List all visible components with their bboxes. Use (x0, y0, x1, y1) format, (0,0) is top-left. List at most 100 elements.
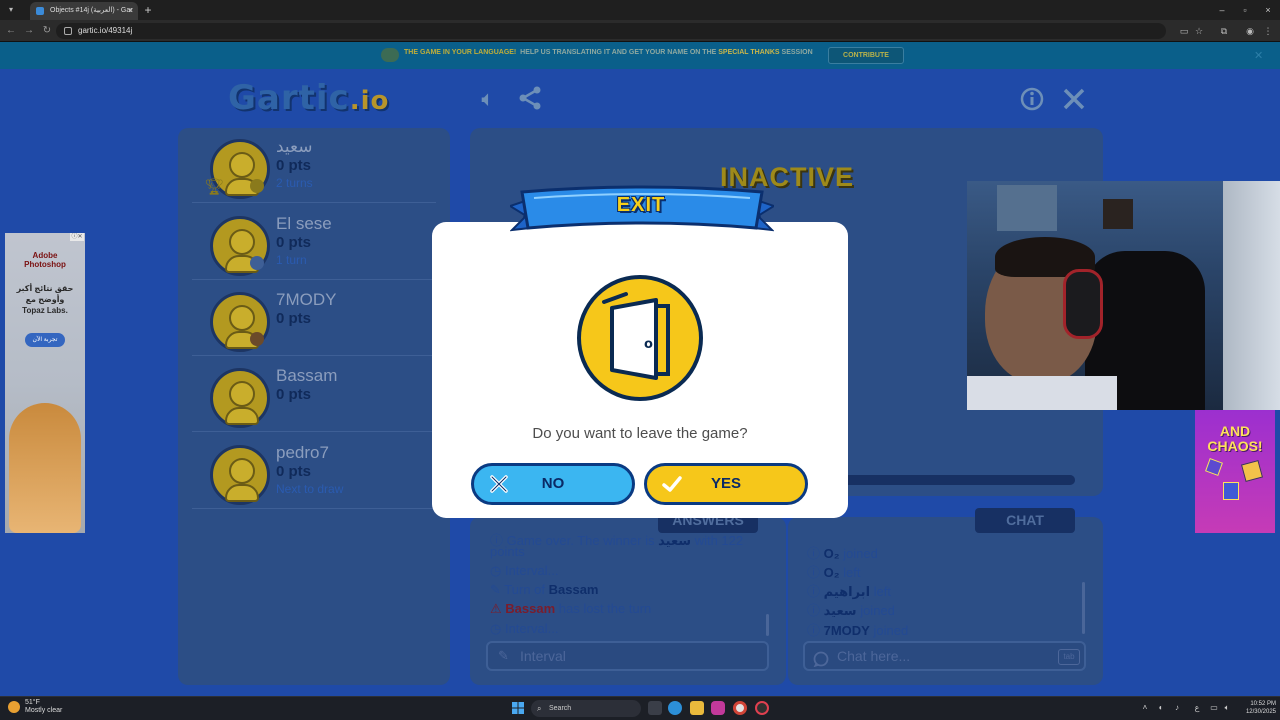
headset-image (1063, 269, 1103, 339)
translate-icon (381, 48, 399, 62)
avatar (210, 368, 270, 428)
tab-search-icon[interactable]: ▾ (4, 3, 18, 17)
windows-start-icon[interactable] (512, 702, 524, 714)
sound-icon[interactable]: 🔈︎ (474, 86, 502, 112)
banner-text: THE GAME IN YOUR LANGUAGE! HELP US TRANS… (404, 49, 813, 56)
tab-key-hint: tab (1058, 649, 1080, 665)
contribute-button[interactable]: CONTRIBUTE (828, 47, 904, 64)
dialog-title: EXIT (616, 194, 666, 216)
log-line: points (490, 544, 525, 559)
browser-menu-icon[interactable]: ⋮ (1262, 25, 1274, 37)
game-ad[interactable]: AND CHAOS! (1195, 408, 1275, 533)
player-points: 0 pts (276, 157, 312, 174)
browser-tab-bar (0, 0, 1280, 20)
player-name: سعيد (276, 137, 313, 156)
microphone-icon[interactable]: ♪ (1172, 703, 1182, 713)
dialog-question: Do you want to leave the game? (532, 425, 748, 442)
ad-cta-button[interactable]: تجربة الآن (25, 333, 65, 347)
banner-close-icon[interactable]: ✕ (1254, 49, 1263, 62)
player-turns: 1 turn (276, 253, 307, 267)
url-text: gartic.io/49314j (78, 26, 133, 35)
player-row[interactable]: 🏆︎ سعيد 0 pts 2 turns (192, 131, 436, 203)
favicon-icon (36, 7, 44, 15)
player-name: Bassam (276, 366, 338, 385)
trophy-icon: 🏆︎ (204, 179, 225, 196)
task-view-icon[interactable] (648, 701, 662, 715)
share-icon[interactable] (516, 86, 544, 112)
profile-icon[interactable]: ◉ (1244, 25, 1256, 37)
browser-tab[interactable]: Objects #14j (العربية) - Gar × (30, 2, 138, 20)
player-row[interactable]: 7MODY 0 pts (192, 284, 436, 356)
player-name: 7MODY (276, 290, 337, 309)
player-points: 0 pts (276, 310, 312, 327)
tray-chevron-icon[interactable]: ˄ (1140, 703, 1150, 713)
edge-icon[interactable] (668, 701, 682, 715)
pencil-icon: ✎ (498, 648, 509, 663)
tab-title: Objects #14j (العربية) - Gar (50, 7, 133, 14)
player-status-dot (250, 179, 264, 193)
ad-card-icon (1240, 459, 1264, 483)
player-points: 0 pts (276, 234, 312, 251)
answers-scrollbar[interactable] (766, 614, 769, 636)
player-name: El sese (276, 214, 332, 233)
forward-icon[interactable]: → (22, 23, 36, 39)
chrome-icon[interactable] (733, 701, 747, 715)
chat-bubble-icon (813, 649, 829, 668)
x-icon (490, 475, 508, 493)
network-icon[interactable]: ▭ (1209, 703, 1219, 713)
player-points: 0 pts (276, 463, 312, 480)
yes-button[interactable]: YES (644, 463, 808, 505)
info-icon[interactable] (1018, 86, 1046, 112)
player-next-to-draw: Next to draw (276, 482, 344, 496)
chat-line: ⓘ سعيد joined (807, 603, 895, 618)
answer-input[interactable]: ✎ Interval (486, 641, 769, 671)
exit-door-icon: o (577, 275, 703, 401)
new-tab-button[interactable]: + (141, 2, 155, 18)
url-input[interactable]: gartic.io/49314j (56, 23, 1166, 39)
chat-scrollbar[interactable] (1082, 582, 1085, 634)
avatar (210, 445, 270, 505)
player-row[interactable]: El sese 0 pts 1 turn (192, 208, 436, 280)
search-icon: ⌕ (537, 704, 542, 713)
cast-icon[interactable]: ▭ (1178, 25, 1190, 37)
svg-text:o: o (644, 337, 653, 352)
minimize-icon[interactable]: – (1212, 2, 1232, 18)
window-close-icon[interactable]: × (1258, 2, 1278, 18)
taskbar-search[interactable]: ⌕ Search (531, 700, 641, 717)
ad-card-icon (1223, 482, 1239, 500)
tab-close-icon[interactable]: × (128, 2, 133, 20)
back-icon[interactable]: ← (4, 23, 18, 39)
log-line: ✎ Turn of Bassam (490, 582, 599, 597)
instagram-icon[interactable] (711, 701, 725, 715)
no-button[interactable]: NO (471, 463, 635, 505)
extensions-icon[interactable]: ⧉ (1218, 25, 1230, 37)
chat-line: ⓘ O₂ left (807, 565, 861, 580)
tray-app-icon[interactable]: ◐ (1156, 703, 1166, 713)
volume-icon[interactable]: 🔈︎ (1222, 703, 1232, 713)
app-icon[interactable] (755, 701, 769, 715)
player-status-dot (250, 256, 264, 270)
close-game-icon[interactable] (1060, 86, 1088, 112)
pencil-icon: ✎ (490, 582, 501, 597)
language-icon[interactable]: ع (1192, 703, 1202, 713)
warning-icon: ⚠ (490, 601, 502, 616)
chat-input[interactable]: Chat here... (803, 641, 1086, 671)
log-line: ⓘ Game over. The winner is سعيد with 122 (490, 533, 744, 548)
clock[interactable]: 10:52 PM 12/30/2025 (1240, 700, 1276, 716)
player-turns: 2 turns (276, 176, 313, 190)
maximize-icon[interactable]: ▫ (1235, 2, 1255, 18)
chat-label: CHAT (975, 508, 1075, 533)
ad-choices-icon[interactable]: ⓘ✕ (70, 233, 84, 241)
site-info-icon[interactable] (64, 27, 72, 35)
player-row[interactable]: pedro7 0 pts Next to draw (192, 437, 436, 509)
chat-line: ⓘ ابراهيم left (807, 584, 891, 599)
ad-copy: حقق نتائج أكبر وأوضح مع Topaz Labs. (16, 284, 74, 315)
reload-icon[interactable]: ↻ (40, 23, 54, 39)
cat-image (9, 403, 81, 533)
file-explorer-icon[interactable] (690, 701, 704, 715)
player-row[interactable]: Bassam 0 pts (192, 360, 436, 432)
player-name: pedro7 (276, 443, 329, 462)
bookmark-star-icon[interactable]: ☆ (1193, 25, 1205, 37)
player-points: 0 pts (276, 386, 312, 403)
photoshop-ad[interactable]: ⓘ✕ Adobe Photoshop حقق نتائج أكبر وأوضح … (5, 233, 85, 533)
